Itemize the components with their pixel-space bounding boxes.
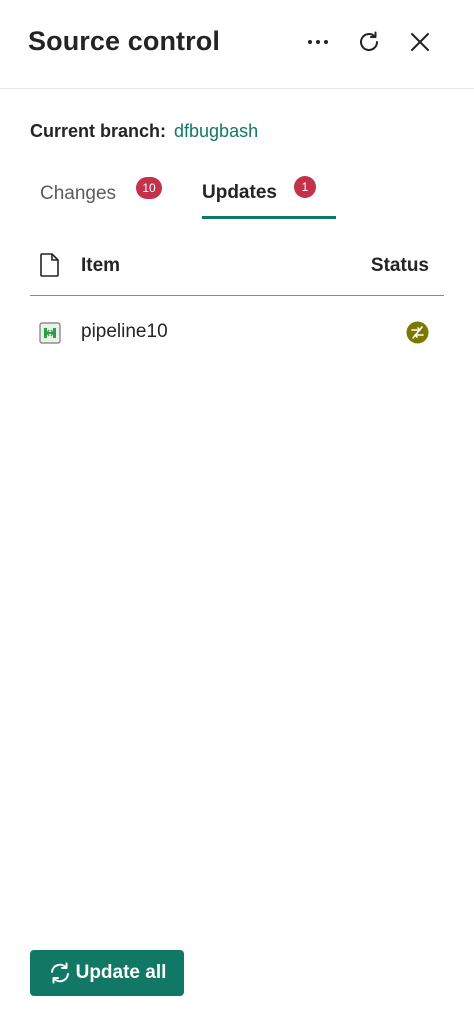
more-horizontal-icon [308, 40, 328, 44]
document-icon [40, 253, 59, 277]
panel-header: Source control [0, 0, 474, 89]
refresh-button[interactable] [355, 28, 383, 56]
item-name: pipeline10 [81, 321, 168, 342]
tab-updates-label: Updates [202, 182, 277, 203]
table-header: Item Status [30, 243, 444, 296]
column-header-status[interactable]: Status [371, 255, 429, 277]
panel-title: Source control [28, 26, 220, 56]
updates-count-badge: 1 [294, 176, 316, 198]
source-control-panel: Source control Current branch: dfbugbash [0, 0, 474, 1012]
tab-changes-label: Changes [40, 183, 117, 204]
update-all-label: Update all [75, 962, 167, 983]
close-icon [411, 33, 429, 51]
refresh-icon [360, 31, 378, 51]
update-all-button[interactable]: Update all [30, 950, 184, 996]
current-branch-name[interactable]: dfbugbash [174, 121, 258, 141]
current-branch-label: Current branch: [30, 121, 167, 141]
update-required-icon [406, 321, 429, 344]
current-branch: Current branch: dfbugbash [30, 120, 258, 142]
tab-changes[interactable]: Changes 10 [40, 170, 170, 218]
changes-count-badge: 10 [136, 177, 162, 199]
table-row[interactable]: pipeline10 [30, 308, 444, 356]
more-options-button[interactable] [304, 28, 332, 56]
sync-icon [50, 962, 69, 984]
tab-updates[interactable]: Updates 1 [202, 170, 336, 219]
pipeline-icon [39, 322, 61, 344]
column-header-item[interactable]: Item [81, 255, 120, 277]
close-button[interactable] [406, 28, 434, 56]
